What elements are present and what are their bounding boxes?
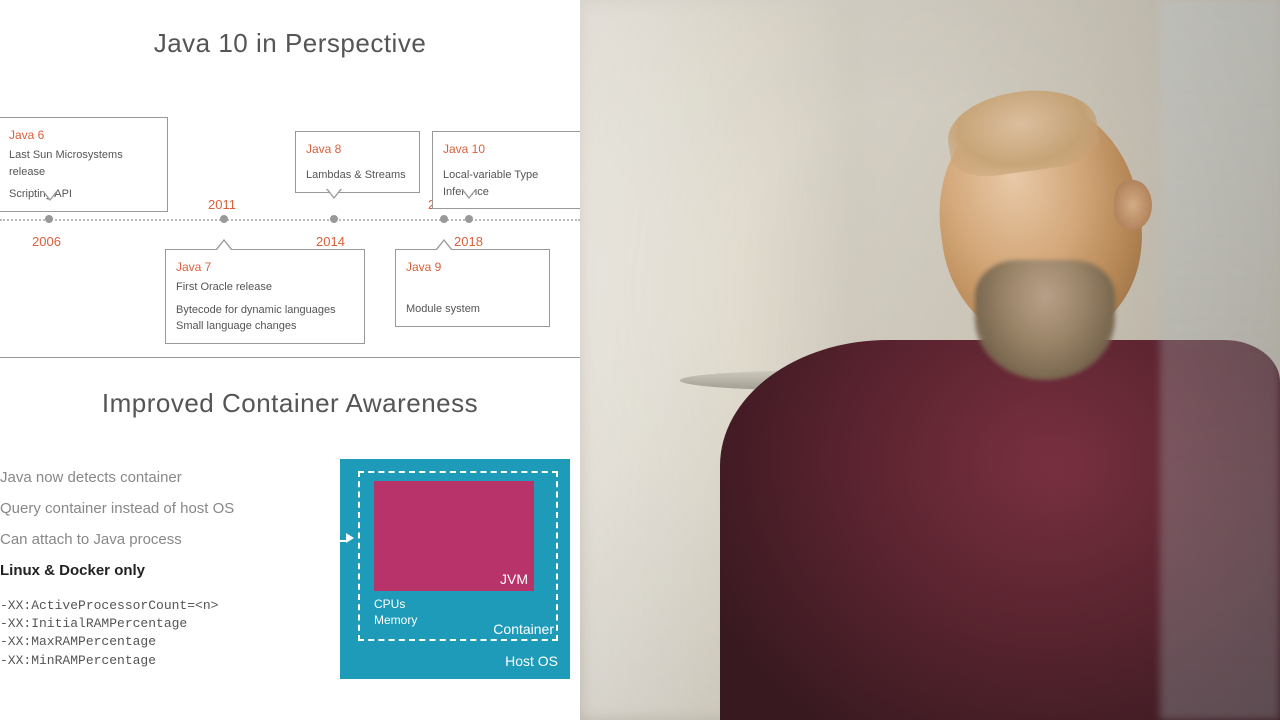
container-label: Container — [493, 621, 554, 637]
slide-container-awareness: Improved Container Awareness Java now de… — [0, 358, 580, 720]
flag-line: -XX:MinRAMPercentage — [0, 652, 320, 670]
box-line: Small language changes — [176, 318, 354, 335]
resources-label: CPUs Memory — [374, 597, 417, 628]
timeline-dot — [45, 215, 53, 223]
pointer-icon — [436, 239, 452, 249]
bullet-item: Query container instead of host OS — [0, 500, 320, 517]
timeline-dot — [330, 215, 338, 223]
bullet-item: Can attach to Java process — [0, 531, 320, 548]
box-title: Java 7 — [176, 258, 354, 276]
bullet-item-emphasis: Linux & Docker only — [0, 562, 320, 579]
instructor-photo — [580, 0, 1280, 720]
memory-text: Memory — [374, 613, 417, 627]
year-label: 2018 — [454, 234, 483, 249]
box-line: Scripting API — [9, 186, 157, 203]
year-label: 2006 — [32, 234, 61, 249]
box-line: First Oracle release — [176, 279, 354, 296]
box-title: Java 8 — [306, 140, 409, 158]
vignette — [580, 0, 1280, 720]
bullet-list: Java now detects container Query contain… — [0, 459, 320, 679]
box-line: Bytecode for dynamic languages — [176, 302, 354, 319]
timeline-box-java10: Java 10 Local-variable Type Inference — [432, 131, 580, 209]
timeline-box-java8: Java 8 Lambdas & Streams — [295, 131, 420, 193]
jvm-box: JVM — [374, 481, 534, 591]
slide2-title: Improved Container Awareness — [0, 388, 580, 419]
slide-java10-perspective: Java 10 in Perspective 2006 2011 2014 20… — [0, 0, 580, 358]
timeline-box-java6: Java 6 Last Sun Microsystems release Scr… — [0, 117, 168, 212]
timeline-box-java9: Java 9 Module system — [395, 249, 550, 327]
slides-panel: Java 10 in Perspective 2006 2011 2014 20… — [0, 0, 580, 720]
slide1-title: Java 10 in Perspective — [0, 28, 580, 59]
photo-scene — [580, 0, 1280, 720]
jvm-label: JVM — [500, 571, 528, 587]
flag-line: -XX:ActiveProcessorCount=<n> — [0, 597, 320, 615]
box-title: Java 10 — [443, 140, 571, 158]
box-title: Java 6 — [9, 126, 157, 144]
timeline: 2006 2011 2014 2017 2018 Java 6 Last Sun… — [0, 89, 580, 349]
pointer-icon — [42, 191, 58, 201]
year-label: 2014 — [316, 234, 345, 249]
jvm-flags: -XX:ActiveProcessorCount=<n> -XX:Initial… — [0, 597, 320, 670]
slide2-content: Java now detects container Query contain… — [0, 459, 580, 679]
timeline-dot — [440, 215, 448, 223]
pointer-icon — [216, 239, 232, 249]
timeline-box-java7: Java 7 First Oracle release Bytecode for… — [165, 249, 365, 344]
cpus-text: CPUs — [374, 597, 405, 611]
timeline-axis — [0, 219, 580, 221]
host-label: Host OS — [505, 653, 558, 669]
arrow-icon — [322, 529, 354, 547]
year-label: 2011 — [208, 197, 236, 212]
container-diagram: JVM CPUs Memory Container Host OS — [340, 459, 570, 679]
flag-line: -XX:MaxRAMPercentage — [0, 633, 320, 651]
timeline-dot — [465, 215, 473, 223]
box-line: Last Sun Microsystems release — [9, 147, 157, 180]
box-title: Java 9 — [406, 258, 539, 276]
bullet-item: Java now detects container — [0, 469, 320, 486]
flag-line: -XX:InitialRAMPercentage — [0, 615, 320, 633]
timeline-dot — [220, 215, 228, 223]
box-line: Lambdas & Streams — [306, 167, 409, 184]
box-line: Module system — [406, 301, 539, 318]
pointer-icon — [461, 189, 477, 199]
pointer-icon — [326, 189, 342, 199]
